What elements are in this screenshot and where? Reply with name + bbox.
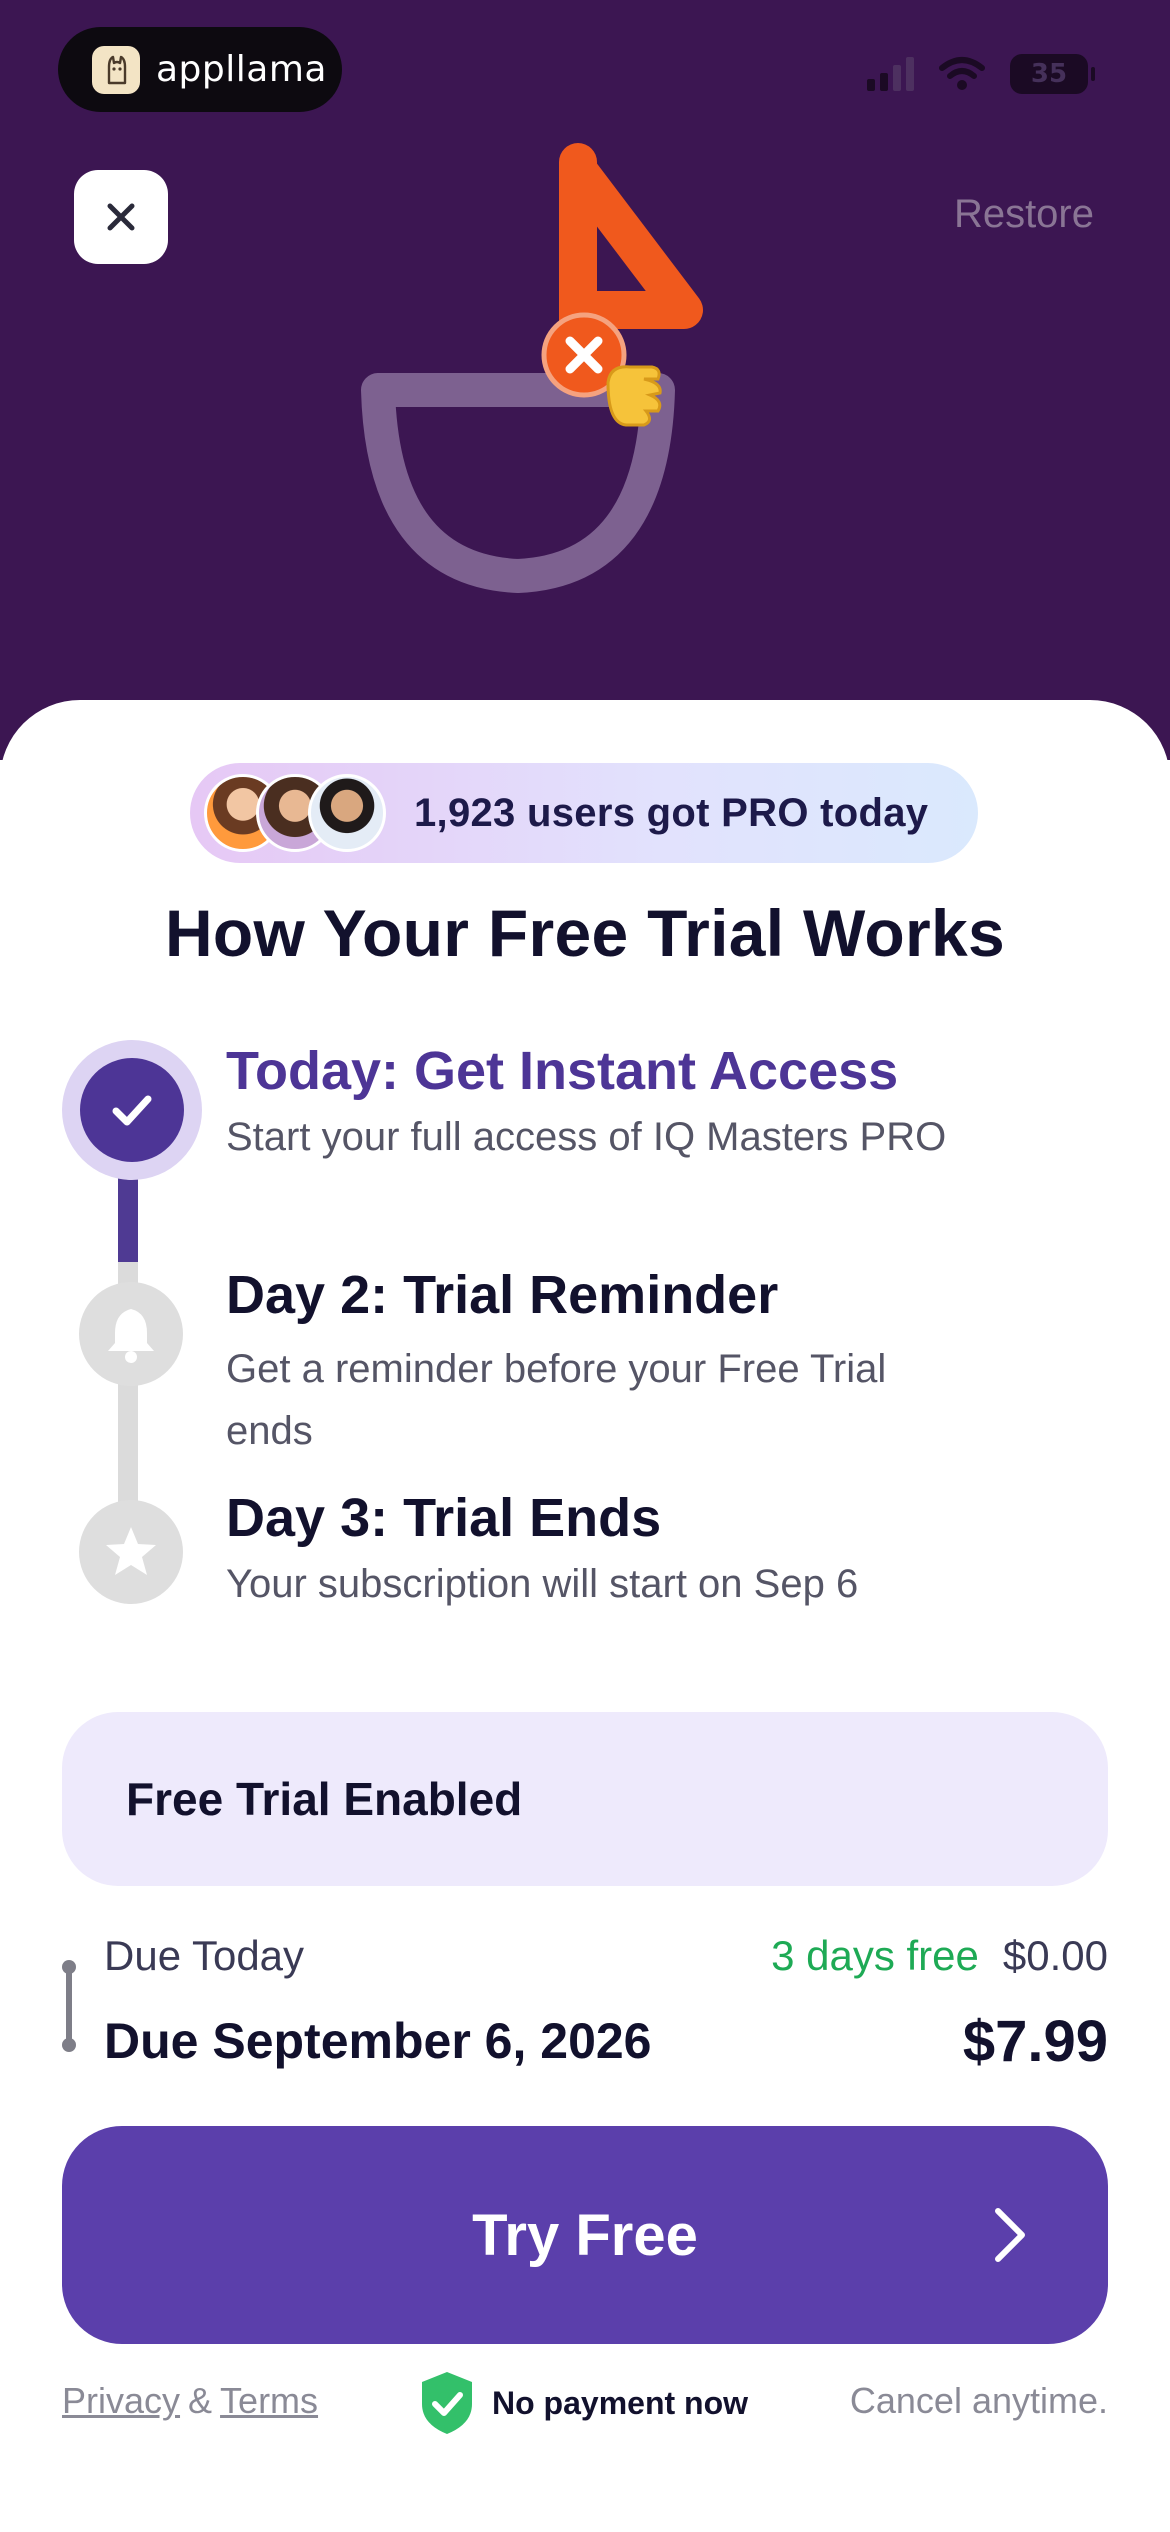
timeline-step-reminder: Day 2: Trial Reminder Get a reminder bef… — [226, 1264, 1046, 1462]
wifi-icon — [939, 57, 985, 90]
step-description: Your subscription will start on Sep 6 — [226, 1562, 859, 1606]
no-payment-note: No payment now — [418, 2370, 748, 2436]
trial-timeline: Today: Get Instant Access Start your ful… — [62, 1040, 1112, 1620]
due-future-label: Due September 6, 2026 — [104, 2013, 652, 2069]
try-free-label: Try Free — [472, 2202, 698, 2268]
step-title: Today: Get Instant Access — [226, 1041, 899, 1101]
social-proof-badge: 1,923 users got PRO today — [190, 763, 978, 863]
bell-icon — [108, 1309, 154, 1363]
due-today-value: 3 days free $0.00 — [771, 1932, 1108, 1980]
privacy-link[interactable]: Privacy — [62, 2380, 180, 2421]
close-button[interactable] — [74, 170, 168, 264]
timeline-step-today: Today: Get Instant Access Start your ful… — [226, 1040, 1046, 1168]
timeline-node-ends — [79, 1500, 183, 1604]
due-summary: Due Today 3 days free $0.00 Due September… — [62, 1920, 1108, 2080]
sailboat-illustration — [361, 143, 703, 593]
page-title: How Your Free Trial Works — [164, 896, 1006, 970]
app-badge-name: appllama — [156, 49, 327, 90]
free-trial-label: Free Trial Enabled — [126, 1773, 523, 1825]
footer: Privacy & Terms No payment now Cancel anyt… — [62, 2360, 1108, 2440]
cancel-anytime-text: Cancel anytime. — [849, 2380, 1108, 2421]
step-description: Get a reminder before your Free Trial en… — [226, 1347, 887, 1453]
chevron-right-icon — [995, 2208, 1025, 2262]
star-icon — [106, 1527, 156, 1575]
ampersand: & — [188, 2380, 213, 2421]
timeline-step-ends: Day 3: Trial Ends Your subscription will… — [226, 1487, 1046, 1615]
avatar — [308, 774, 386, 852]
terms-link[interactable]: Terms — [220, 2380, 318, 2421]
free-trial-toggle-row[interactable]: Free Trial Enabled — [62, 1712, 1108, 1886]
timeline-node-today — [80, 1058, 184, 1162]
due-today-label: Due Today — [104, 1932, 305, 1979]
social-proof-text: 1,923 users got PRO today — [414, 790, 929, 835]
free-days-text: 3 days free — [771, 1932, 979, 1979]
legal-links: Privacy & Terms — [62, 2380, 318, 2422]
checkmark-icon — [112, 1095, 152, 1126]
signal-icon — [867, 57, 914, 91]
try-free-button[interactable]: Try Free — [62, 2126, 1108, 2344]
timeline-node-reminder — [79, 1282, 183, 1386]
restore-button[interactable]: Restore — [954, 192, 1094, 237]
avatar-group — [204, 774, 386, 852]
battery-icon: 35 — [1010, 54, 1095, 94]
step-title: Day 2: Trial Reminder — [226, 1265, 779, 1325]
shield-check-icon — [422, 2372, 472, 2434]
step-description: Start your full access of IQ Masters PRO — [226, 1115, 947, 1159]
due-connector — [62, 1960, 76, 2052]
due-today-amount: $0.00 — [1002, 1932, 1108, 1979]
status-icons: 35 — [867, 54, 1095, 94]
close-icon — [107, 203, 135, 231]
hero-banner: appllama 35 Restore — [0, 0, 1170, 760]
app-badge[interactable]: appllama — [58, 27, 342, 112]
step-title: Day 3: Trial Ends — [226, 1488, 662, 1548]
no-payment-text: No payment now — [492, 2384, 749, 2421]
llama-logo-icon — [92, 45, 140, 94]
due-future-amount: $7.99 — [962, 2009, 1108, 2074]
